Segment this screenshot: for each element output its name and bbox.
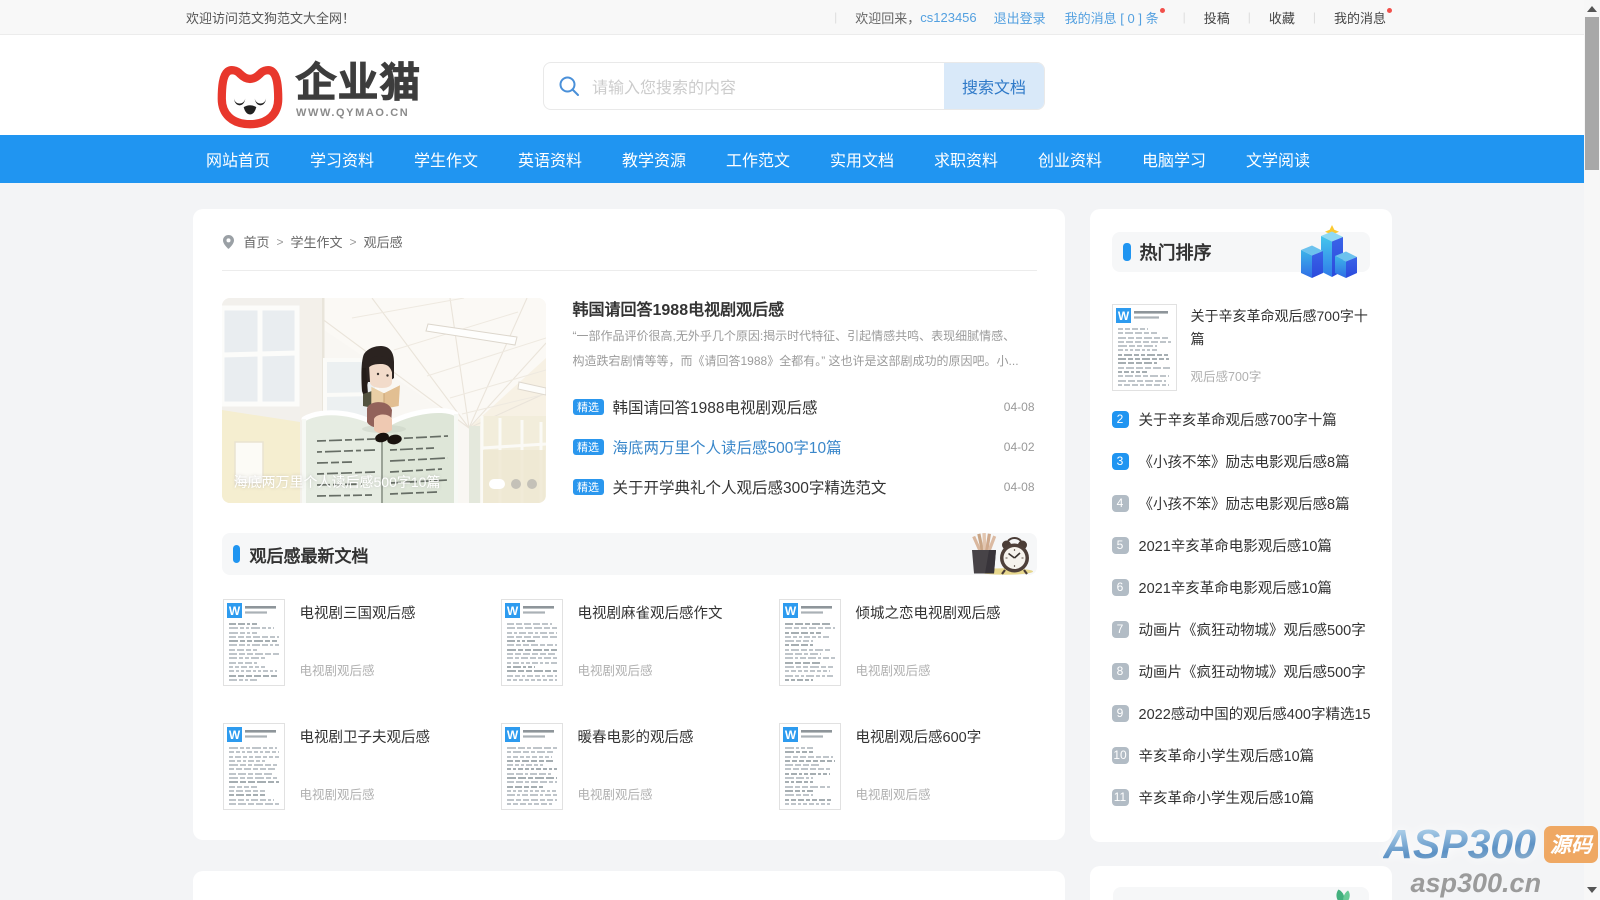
svg-text:W: W bbox=[228, 604, 240, 618]
svg-text:W: W bbox=[1117, 309, 1129, 323]
svg-text:W: W bbox=[506, 728, 518, 742]
svg-text:W: W bbox=[506, 604, 518, 618]
svg-text:W: W bbox=[228, 728, 240, 742]
svg-text:W: W bbox=[784, 604, 796, 618]
svg-text:W: W bbox=[784, 728, 796, 742]
